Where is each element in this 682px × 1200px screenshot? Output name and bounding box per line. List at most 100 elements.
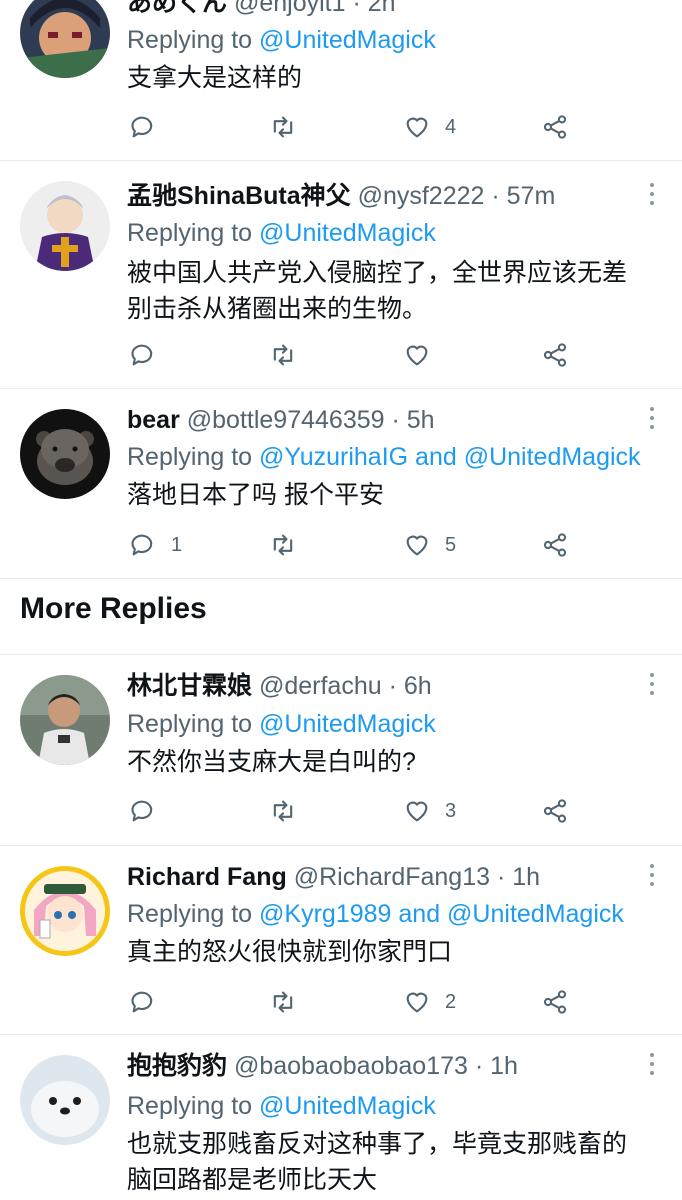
reply-icon <box>131 991 153 1013</box>
display-name[interactable]: 林北甘霖娘 <box>127 672 252 700</box>
more-replies-heading: More Replies <box>20 592 207 625</box>
avatar[interactable] <box>20 409 110 499</box>
replying-to: Replying to @UnitedMagick <box>127 26 436 54</box>
replying-to: Replying to @UnitedMagick <box>127 219 436 247</box>
tweet-text: 被中国人共产党入侵脑控了，全世界应该无差 别击杀从猪圈出来的生物。 <box>127 259 628 323</box>
display-name[interactable]: bear <box>127 406 180 434</box>
like-count: 4 <box>445 115 457 138</box>
tweet-card[interactable]: 抱抱豹豹 @baobaobaobao173 · 1h Replying to @… <box>0 1035 682 1200</box>
like-icon <box>406 117 428 138</box>
tweet-actions: 3 <box>127 791 662 831</box>
reply-button[interactable]: 1 <box>129 525 182 565</box>
tweet-actions: 2 <box>127 982 662 1022</box>
share-icon <box>543 343 567 367</box>
retweet-button[interactable] <box>269 335 311 375</box>
share-button[interactable] <box>541 335 569 375</box>
more-options-icon[interactable] <box>648 673 656 699</box>
like-icon <box>406 535 428 556</box>
display-name[interactable]: Richard Fang <box>127 863 287 891</box>
reply-button[interactable] <box>129 107 171 147</box>
share-icon <box>543 115 567 139</box>
display-name[interactable]: 抱抱豹豹 <box>127 1052 227 1080</box>
retweet-button[interactable] <box>269 791 311 831</box>
like-button[interactable] <box>403 335 445 375</box>
retweet-icon <box>273 534 293 556</box>
more-options-icon[interactable] <box>648 1053 656 1079</box>
like-button[interactable]: 2 <box>403 982 456 1022</box>
reply-button[interactable] <box>129 982 171 1022</box>
tweet-card[interactable]: bear @bottle97446359 · 5h Replying to @Y… <box>0 389 682 579</box>
share-button[interactable] <box>541 791 569 831</box>
share-button[interactable] <box>541 525 569 565</box>
mention-link[interactable]: @UnitedMagick <box>259 219 436 247</box>
replying-to: Replying to @YuzurihaIG and @UnitedMagic… <box>127 443 641 471</box>
tweet-actions <box>127 335 662 375</box>
reply-icon <box>131 800 153 822</box>
like-button[interactable]: 5 <box>403 525 456 565</box>
avatar[interactable] <box>20 675 110 765</box>
retweet-icon <box>273 991 293 1013</box>
mention-link[interactable]: @UnitedMagick <box>259 26 436 54</box>
display-name[interactable]: 孟驰ShinaButa神父 <box>127 182 351 210</box>
retweet-button[interactable] <box>269 107 311 147</box>
more-options-icon[interactable] <box>648 183 656 209</box>
retweet-button[interactable] <box>269 982 311 1022</box>
handle-time[interactable]: @nysf2222 · 57m <box>358 182 556 210</box>
replying-to: Replying to @Kyrg1989 and @UnitedMagick <box>127 900 624 928</box>
share-icon <box>543 799 567 823</box>
retweet-button[interactable] <box>269 525 311 565</box>
retweet-icon <box>273 116 293 138</box>
share-button[interactable] <box>541 982 569 1022</box>
display-name[interactable]: あめくん <box>127 0 227 17</box>
share-button[interactable] <box>541 107 569 147</box>
avatar[interactable] <box>20 866 110 956</box>
tweet-card[interactable]: 孟驰ShinaButa神父 @nysf2222 · 57m Replying t… <box>0 161 682 389</box>
replying-to: Replying to @UnitedMagick <box>127 1092 436 1120</box>
reply-icon <box>131 534 153 556</box>
mention-link[interactable]: @UnitedMagick <box>259 710 436 738</box>
reply-button[interactable] <box>129 335 171 375</box>
like-icon <box>406 345 428 366</box>
handle-time[interactable]: @bottle97446359 · 5h <box>187 406 435 434</box>
avatar[interactable] <box>20 0 110 78</box>
reply-count: 1 <box>171 533 183 556</box>
like-button[interactable]: 3 <box>403 791 456 831</box>
avatar[interactable] <box>20 1055 110 1145</box>
reply-button[interactable] <box>129 791 171 831</box>
mention-link[interactable]: @Kyrg1989 <box>259 900 391 928</box>
share-icon <box>543 990 567 1014</box>
handle-time[interactable]: @enjoyit1 · 2h <box>234 0 396 17</box>
like-icon <box>406 992 428 1013</box>
tweet-card[interactable]: Richard Fang @RichardFang13 · 1h Replyin… <box>0 846 682 1035</box>
reply-icon <box>131 344 153 366</box>
mention-link[interactable]: @UnitedMagick <box>447 900 624 928</box>
tweet-card[interactable]: あめくん @enjoyit1 · 2h Replying to @UnitedM… <box>0 0 682 161</box>
share-icon <box>543 533 567 557</box>
replying-to: Replying to @UnitedMagick <box>127 710 436 738</box>
tweet-text: 支拿大是这样的 <box>127 64 303 92</box>
like-button[interactable]: 4 <box>403 107 456 147</box>
mention-link[interactable]: @UnitedMagick <box>464 443 641 471</box>
tweet-actions: 1 5 <box>127 525 662 565</box>
tweet-text: 真主的怒火很快就到你家門口 <box>127 938 453 966</box>
tweet-card[interactable]: 林北甘霖娘 @derfachu · 6h Replying to @United… <box>0 654 682 846</box>
tweet-text: 不然你当支麻大是白叫的? <box>127 748 416 776</box>
mention-link[interactable]: @YuzurihaIG <box>259 443 408 471</box>
retweet-icon <box>273 800 293 822</box>
mention-link[interactable]: @UnitedMagick <box>259 1092 436 1120</box>
more-options-icon[interactable] <box>648 864 656 890</box>
like-count: 3 <box>445 799 457 822</box>
avatar[interactable] <box>20 181 110 271</box>
like-icon <box>406 801 428 822</box>
tweet-text: 也就支那贱畜反对这种事了，毕竟支那贱畜的 脑回路都是老师比天大 <box>127 1130 628 1194</box>
tweet-text: 落地日本了吗 报个平安 <box>127 481 384 509</box>
handle-time[interactable]: @baobaobaobao173 · 1h <box>234 1052 518 1080</box>
like-count: 5 <box>445 533 457 556</box>
retweet-icon <box>273 344 293 366</box>
handle-time[interactable]: @derfachu · 6h <box>259 672 432 700</box>
tweet-actions: 4 <box>127 107 662 147</box>
handle-time[interactable]: @RichardFang13 · 1h <box>294 863 540 891</box>
reply-icon <box>131 116 153 138</box>
more-options-icon[interactable] <box>648 407 656 433</box>
like-count: 2 <box>445 990 457 1013</box>
